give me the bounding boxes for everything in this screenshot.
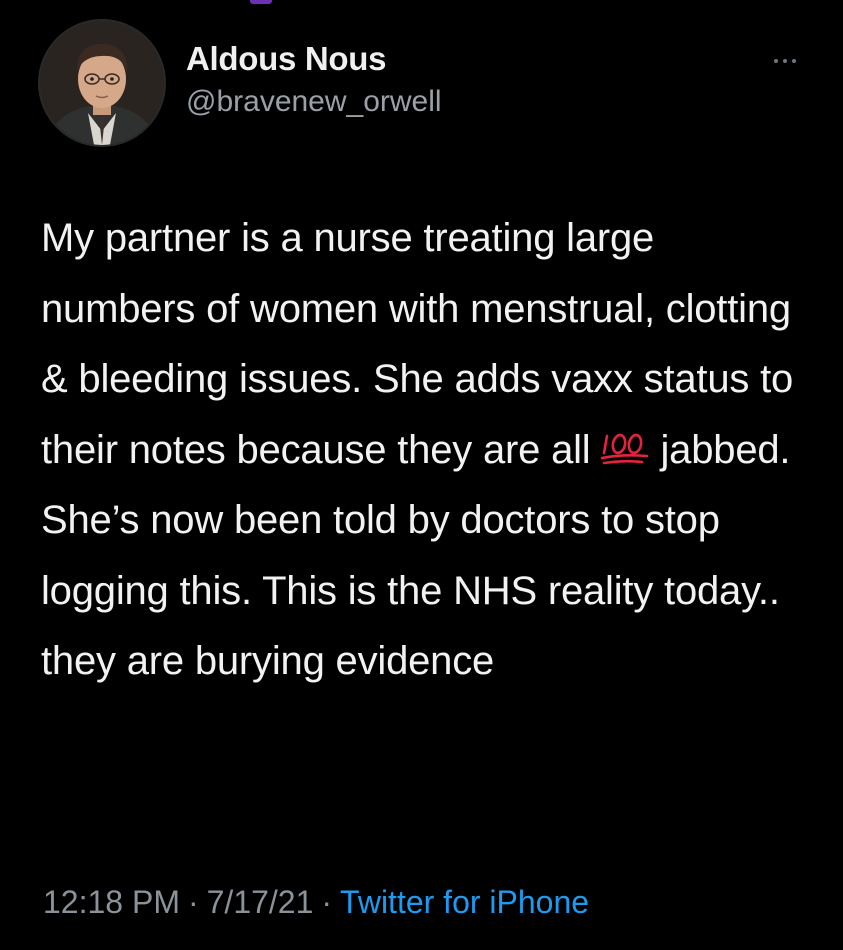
tweet-time[interactable]: 12:18 PM <box>43 884 180 920</box>
more-dot <box>774 59 778 63</box>
more-dot <box>792 59 796 63</box>
avatar[interactable] <box>40 21 164 145</box>
author-display-name[interactable]: Aldous Nous <box>186 40 387 78</box>
tweet-text: My partner is a nurse treating large num… <box>41 203 811 697</box>
hundred-points-emoji <box>597 419 653 464</box>
more-horizontal-icon[interactable] <box>765 50 805 72</box>
top-accent-bar <box>250 0 272 4</box>
profile-photo-icon <box>40 21 164 145</box>
author-handle[interactable]: @bravenew_orwell <box>186 85 442 119</box>
hundred-points-icon <box>600 433 648 464</box>
meta-separator: · <box>187 884 199 920</box>
meta-separator: · <box>321 884 333 920</box>
tweet-date[interactable]: 7/17/21 <box>207 884 314 920</box>
more-dot <box>783 59 787 63</box>
tweet-source-link[interactable]: Twitter for iPhone <box>340 884 589 920</box>
tweet-meta: 12:18 PM · 7/17/21 · Twitter for iPhone <box>43 884 589 921</box>
